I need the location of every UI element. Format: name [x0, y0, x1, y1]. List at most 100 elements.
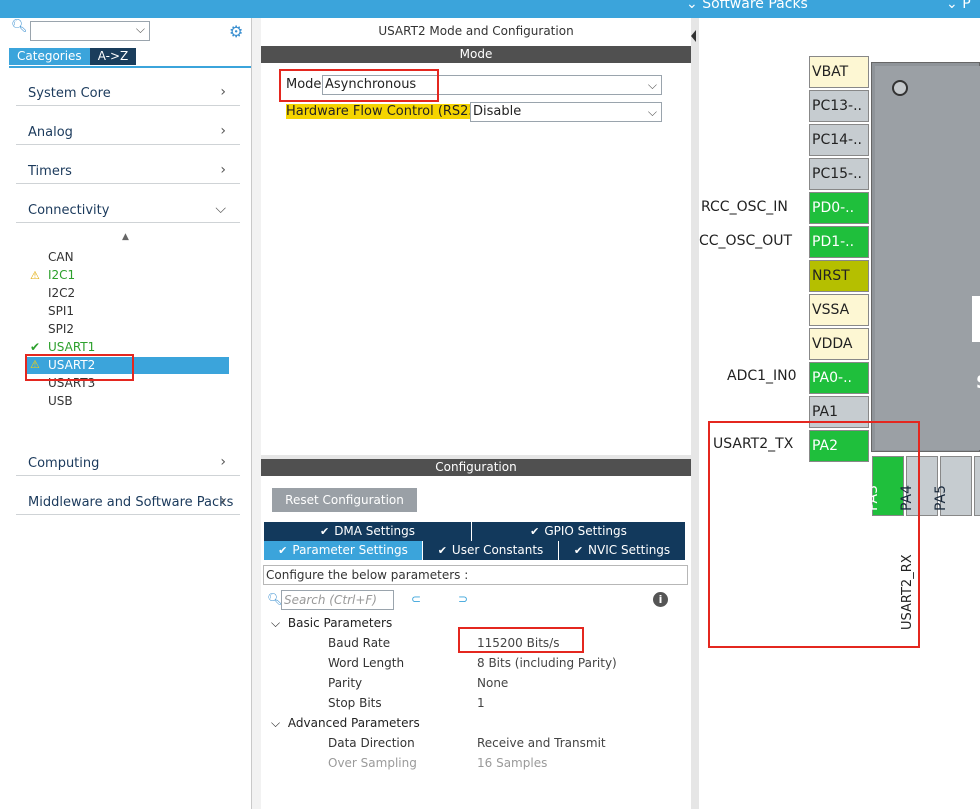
hwflow-select[interactable]: Disable ⌵: [470, 102, 662, 122]
software-packs-menu[interactable]: ⌄ Software Packs: [686, 0, 808, 12]
pin-nrst[interactable]: NRST: [809, 260, 869, 292]
tab-categories[interactable]: Categories: [9, 48, 90, 65]
pin-pc14[interactable]: PC14-..: [809, 124, 869, 156]
category-tabs: Categories A->Z: [9, 48, 137, 65]
tab-label: DMA Settings: [334, 524, 416, 538]
search-icon: 🔍︎: [267, 592, 283, 606]
mode-header: Mode: [261, 46, 691, 63]
reset-configuration-button[interactable]: Reset Configuration: [272, 488, 417, 512]
gear-icon[interactable]: ⚙: [229, 22, 243, 41]
pin-pa0[interactable]: PA0-..: [809, 362, 869, 394]
pin1-marker: [892, 80, 908, 96]
chevron-right-icon: ›: [220, 454, 226, 470]
category-label: Analog: [28, 125, 73, 140]
chevron-down-icon: ⌵: [647, 105, 657, 119]
tab-nvic-settings[interactable]: ✔ NVIC Settings: [559, 541, 685, 560]
chevron-right-icon: ›: [220, 493, 226, 509]
pin-pa5-label: PA5: [933, 484, 949, 511]
warning-icon: ⚠: [30, 269, 40, 282]
param-value-data-direction[interactable]: Receive and Transmit: [477, 736, 606, 750]
top-menu-bar: ⌄ Software Packs ⌄ P: [0, 0, 980, 18]
parameter-search-input[interactable]: Search (Ctrl+F): [281, 590, 394, 610]
basic-parameters-group[interactable]: ⌵ Basic Parameters: [271, 616, 392, 631]
periph-spi1[interactable]: SPI1: [48, 304, 74, 318]
pin-pc13[interactable]: PC13-..: [809, 90, 869, 122]
category-label: Middleware and Software Packs: [28, 495, 234, 510]
category-computing[interactable]: Computing ›: [16, 446, 240, 476]
group-label: Basic Parameters: [287, 616, 393, 630]
tab-label: Parameter Settings: [292, 543, 408, 557]
pin-pc15[interactable]: PC15-..: [809, 158, 869, 190]
advanced-parameters-group[interactable]: ⌵ Advanced Parameters: [271, 716, 420, 731]
chevron-down-icon: ⌵: [135, 22, 145, 36]
category-label: Connectivity: [28, 203, 110, 218]
periph-i2c1[interactable]: I2C1: [48, 268, 75, 282]
periph-i2c2[interactable]: I2C2: [48, 286, 75, 300]
category-panel: 🔍︎ ⌵ ⚙ Categories A->Z System Core › Anal…: [0, 18, 252, 809]
periph-usart1[interactable]: USART1: [48, 340, 95, 354]
pin-label-adc1-in0: ADC1_IN0: [727, 368, 797, 384]
param-label-baud-rate: Baud Rate: [328, 636, 391, 650]
category-timers[interactable]: Timers ›: [16, 154, 240, 184]
hwflow-select-value: Disable: [473, 104, 522, 119]
category-connectivity[interactable]: Connectivity ⌵: [16, 193, 240, 223]
configuration-header: Configuration: [261, 459, 691, 476]
chevron-right-icon: ›: [220, 84, 226, 100]
mcu-logo-fragment: [972, 296, 980, 342]
param-label-over-sampling: Over Sampling: [328, 756, 417, 770]
sort-icon[interactable]: ▲: [122, 232, 129, 242]
collapse-arrow-icon[interactable]: [691, 30, 696, 42]
check-circle-icon: ✔: [530, 525, 540, 538]
param-value-parity[interactable]: None: [477, 676, 508, 690]
param-label-word-length: Word Length: [328, 656, 405, 670]
param-value-stop-bits[interactable]: 1: [477, 696, 485, 710]
tab-label: NVIC Settings: [588, 543, 671, 557]
param-value-word-length[interactable]: 8 Bits (including Parity): [477, 656, 617, 670]
tab-user-constants[interactable]: ✔ User Constants: [423, 541, 558, 560]
category-label: System Core: [28, 86, 111, 101]
tab-dma-settings[interactable]: ✔ DMA Settings: [264, 522, 471, 541]
periph-usb[interactable]: USB: [48, 394, 73, 408]
category-system-core[interactable]: System Core ›: [16, 76, 240, 106]
pin-pd1[interactable]: PD1-..: [809, 226, 869, 258]
periph-spi2[interactable]: SPI2: [48, 322, 74, 336]
pin-vbat[interactable]: VBAT: [809, 56, 869, 88]
pin-pa5[interactable]: PA5: [933, 456, 972, 516]
check-circle-icon: ✔: [278, 544, 288, 557]
panel-splitter[interactable]: [691, 18, 699, 809]
highlight-box: [458, 627, 584, 653]
category-analog[interactable]: Analog ›: [16, 115, 240, 145]
tab-label: GPIO Settings: [544, 524, 627, 538]
check-circle-icon: ✔: [437, 544, 447, 557]
tab-parameter-settings[interactable]: ✔ Parameter Settings: [264, 541, 422, 560]
stm32cubemx-window: ⌄ Software Packs ⌄ P 🔍︎ ⌵ ⚙ Categories A…: [0, 0, 980, 809]
search-icon: 🔍︎: [11, 19, 28, 34]
next-icon[interactable]: ⊃: [458, 592, 468, 606]
param-label-parity: Parity: [328, 676, 363, 690]
chevron-right-icon: ›: [220, 123, 226, 139]
tab-gpio-settings[interactable]: ✔ GPIO Settings: [472, 522, 685, 541]
mcu-package: S: [871, 62, 980, 452]
param-label-data-direction: Data Direction: [328, 736, 415, 750]
pin-label-rcc-osc-in: RCC_OSC_IN: [701, 199, 788, 215]
category-search-combo[interactable]: ⌵: [30, 21, 150, 41]
pin-vssa[interactable]: VSSA: [809, 294, 869, 326]
periph-can[interactable]: CAN: [48, 250, 74, 264]
category-middleware[interactable]: Middleware and Software Packs ›: [16, 485, 240, 515]
configure-hint: Configure the below parameters :: [263, 565, 688, 585]
pin-pa6[interactable]: [974, 456, 980, 516]
check-circle-icon: ✔: [319, 525, 330, 538]
previous-icon[interactable]: ⊂: [411, 592, 421, 606]
pin-pd0[interactable]: PD0-..: [809, 192, 869, 224]
highlight-box: [25, 354, 134, 381]
tab-label: User Constants: [451, 543, 544, 557]
tab-a-to-z[interactable]: A->Z: [89, 48, 137, 65]
group-label: Advanced Parameters: [287, 716, 420, 730]
highlight-box: [708, 421, 920, 648]
param-value-over-sampling: 16 Samples: [477, 756, 548, 770]
param-label-stop-bits: Stop Bits: [328, 696, 382, 710]
pinout-view: VBAT PC13-.. PC14-.. PC15-.. PD0-.. PD1-…: [699, 18, 980, 809]
pinout-menu[interactable]: ⌄ P: [946, 0, 971, 12]
pin-vdda[interactable]: VDDA: [809, 328, 869, 360]
info-icon[interactable]: i: [653, 592, 668, 607]
